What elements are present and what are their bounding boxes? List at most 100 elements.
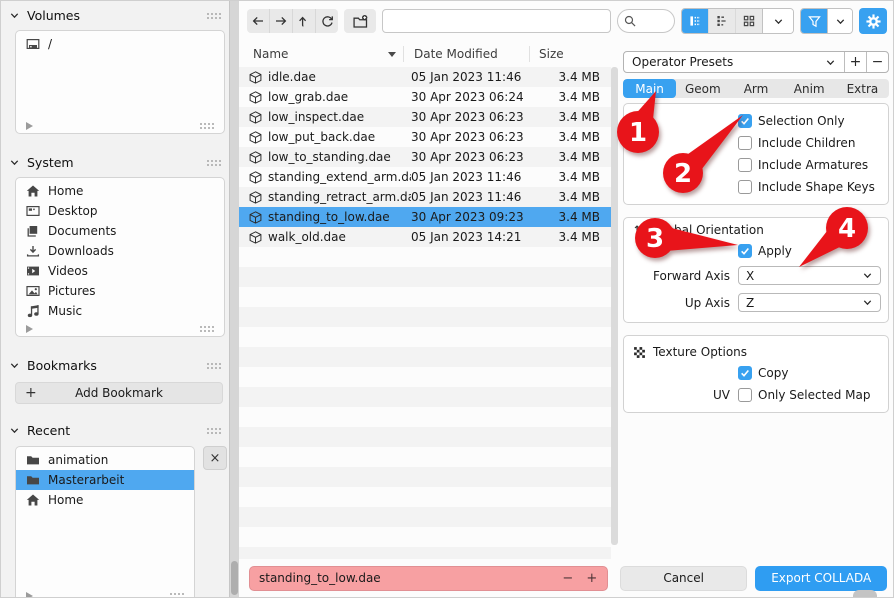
system-folder-item[interactable]: Music	[16, 301, 224, 321]
export-tab[interactable]: Arm	[729, 79, 782, 98]
up-directory-button[interactable]	[292, 9, 315, 33]
drag-handle-icon[interactable]	[199, 122, 214, 129]
system-folder-item[interactable]: Pictures	[16, 281, 224, 301]
filter-settings-dropdown[interactable]	[827, 9, 852, 33]
export-collada-button[interactable]: Export COLLADA	[755, 566, 887, 591]
recent-item[interactable]: animation	[16, 450, 194, 470]
chevron-down-icon	[825, 57, 836, 68]
recent-section-header[interactable]: Recent	[1, 420, 229, 440]
system-folder-label: Music	[48, 304, 82, 318]
file-row[interactable]: idle.dae 05 Jan 2023 11:46 3.4 MB	[239, 67, 611, 87]
file-row[interactable]: low_put_back.dae 30 Apr 2023 06:23 3.4 M…	[239, 127, 611, 147]
export-tab[interactable]: Anim	[783, 79, 836, 98]
export-tab[interactable]: Geom	[676, 79, 729, 98]
refresh-button[interactable]	[315, 9, 338, 33]
volume-item[interactable]: /	[16, 34, 224, 54]
thumbnail-view-button[interactable]	[735, 9, 762, 33]
path-input[interactable]	[382, 9, 611, 33]
back-button[interactable]	[247, 9, 269, 33]
window-resize-grip[interactable]	[853, 590, 877, 598]
checkbox-label[interactable]: Copy	[758, 366, 788, 380]
up-axis-label: Up Axis	[624, 296, 730, 310]
drag-handle-icon[interactable]	[206, 427, 221, 434]
dae-file-cube-icon	[249, 131, 262, 144]
drag-handle-icon[interactable]	[169, 592, 184, 598]
system-folder-item[interactable]: Documents	[16, 221, 224, 241]
checkbox-label[interactable]: Include Children	[758, 136, 855, 150]
search-field[interactable]	[617, 9, 675, 33]
file-date-modified: 30 Apr 2023 06:23	[411, 150, 538, 164]
system-folder-item[interactable]: Downloads	[16, 241, 224, 261]
file-name: low_grab.dae	[268, 90, 411, 104]
cancel-button[interactable]: Cancel	[620, 566, 748, 591]
dae-file-cube-icon	[249, 151, 262, 164]
forward-button[interactable]	[269, 9, 292, 33]
texture-options-box: Texture Options Copy UV	[623, 335, 889, 413]
content-area: Name Date Modified Size idle.dae 05 Jan …	[239, 41, 893, 559]
increment-filename-button[interactable]: +	[586, 571, 598, 586]
blender-file-view-window: Volumes / System	[0, 0, 894, 598]
sidebar-scrollbar-thumb[interactable]	[231, 561, 238, 595]
drag-handle-icon[interactable]	[206, 159, 221, 166]
dae-file-cube-icon	[249, 191, 262, 204]
system-folder-item[interactable]: Videos	[16, 261, 224, 281]
checkbox-label[interactable]: Include Armatures	[758, 158, 868, 172]
display-mode-group	[681, 8, 794, 34]
volumes-section-header[interactable]: Volumes	[1, 5, 229, 25]
create-directory-button[interactable]	[344, 9, 376, 33]
bookmarks-section-header[interactable]: Bookmarks	[1, 355, 229, 375]
operator-presets-control: Operator Presets + −	[623, 51, 889, 73]
file-row[interactable]: walk_old.dae 05 Jan 2023 14:21 3.4 MB	[239, 227, 611, 247]
file-row[interactable]: low_inspect.dae 30 Apr 2023 06:23 3.4 MB	[239, 107, 611, 127]
file-name: low_inspect.dae	[268, 110, 411, 124]
file-row[interactable]: standing_extend_arm.dae 05 Jan 2023 11:4…	[239, 167, 611, 187]
add-bookmark-button[interactable]: + Add Bookmark	[15, 382, 223, 404]
dae-file-cube-icon	[249, 231, 262, 244]
checkbox-label[interactable]: Apply	[758, 244, 792, 258]
checkbox[interactable]	[738, 366, 752, 380]
file-name: low_put_back.dae	[268, 130, 411, 144]
up-arrow-icon	[297, 14, 311, 28]
display-settings-dropdown[interactable]	[762, 9, 793, 33]
checkbox[interactable]	[738, 388, 752, 402]
checkbox-label[interactable]: Include Shape Keys	[758, 180, 875, 194]
filename-field[interactable]: standing_to_low.dae − +	[249, 566, 608, 591]
drag-handle-icon[interactable]	[206, 12, 221, 19]
settings-button[interactable]	[859, 8, 887, 34]
remove-recent-button[interactable]: ×	[203, 446, 227, 470]
vertical-list-view-button[interactable]	[682, 9, 708, 33]
file-row[interactable]: low_grab.dae 30 Apr 2023 06:24 3.4 MB	[239, 87, 611, 107]
operator-presets-dropdown[interactable]: Operator Presets	[624, 52, 844, 72]
column-header-name[interactable]: Name	[239, 47, 403, 61]
recent-item[interactable]: Masterarbeit	[16, 470, 194, 490]
drag-handle-icon[interactable]	[206, 362, 221, 369]
checkbox-label[interactable]: Selection Only	[758, 114, 845, 128]
checkbox-label[interactable]: Only Selected Map	[758, 388, 870, 402]
recent-item[interactable]: Home	[16, 490, 194, 510]
system-folder-item[interactable]: Home	[16, 181, 224, 201]
drag-handle-icon[interactable]	[199, 325, 214, 332]
remove-preset-button[interactable]: −	[866, 52, 888, 72]
file-date-modified: 30 Apr 2023 06:23	[411, 110, 538, 124]
row-prefix-label: UV	[624, 388, 730, 402]
search-input[interactable]	[640, 14, 668, 28]
system-panel: Home Desktop Documents Downloads	[15, 177, 225, 337]
filename-value: standing_to_low.dae	[259, 571, 550, 585]
system-folder-item[interactable]: Desktop	[16, 201, 224, 221]
decrement-filename-button[interactable]: −	[562, 571, 574, 586]
sidebar-splitter[interactable]	[229, 1, 239, 598]
add-preset-button[interactable]: +	[844, 52, 866, 72]
system-section-header[interactable]: System	[1, 152, 229, 172]
system-folder-icon	[26, 304, 40, 318]
file-row[interactable]: low_to_standing.dae 30 Apr 2023 06:23 3.…	[239, 147, 611, 167]
filter-toggle-button[interactable]	[801, 9, 827, 33]
panel-corner-icon	[26, 122, 33, 130]
detail-list-view-button[interactable]	[708, 9, 735, 33]
file-row[interactable]: standing_retract_arm.dae 05 Jan 2023 11:…	[239, 187, 611, 207]
dae-file-cube-icon	[249, 211, 262, 224]
up-axis-select[interactable]: Z	[738, 293, 881, 312]
file-row[interactable]: standing_to_low.dae 30 Apr 2023 09:23 3.…	[239, 207, 611, 227]
column-header-size[interactable]: Size	[529, 46, 611, 62]
column-header-date-modified[interactable]: Date Modified	[403, 46, 529, 62]
export-tab[interactable]: Extra	[836, 79, 889, 98]
